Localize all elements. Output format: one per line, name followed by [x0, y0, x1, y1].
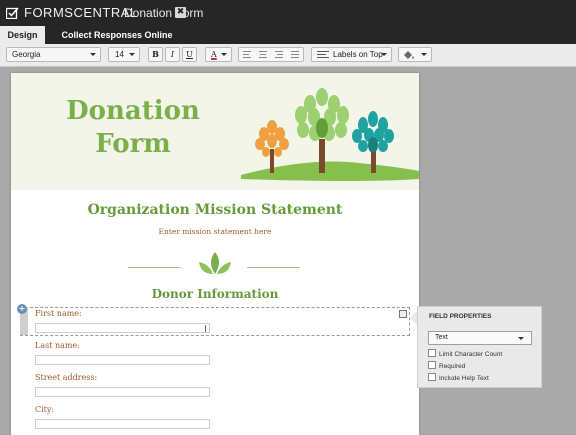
leaves-ornament-icon: [199, 252, 231, 274]
tab-design[interactable]: Design: [0, 26, 45, 44]
align-justify-icon[interactable]: [291, 51, 299, 58]
chevron-down-icon: [518, 337, 524, 340]
font-family-dropdown[interactable]: Georgia: [6, 47, 101, 62]
divider-line-left: [128, 267, 181, 268]
close-icon[interactable]: ✖: [175, 7, 186, 18]
align-left-icon[interactable]: [243, 51, 251, 58]
form-canvas: Donation Form Organization Mission State…: [11, 73, 419, 435]
field-menu-icon[interactable]: [399, 310, 407, 318]
text-cursor: [205, 325, 206, 332]
first-name-input[interactable]: [35, 323, 210, 333]
help-text-label: Include Help Text: [439, 375, 489, 382]
street-address-label: Street address:: [35, 373, 98, 382]
chevron-down-icon: [129, 53, 135, 56]
last-name-label: Last name:: [35, 341, 80, 350]
field-type-value: Text: [435, 334, 448, 341]
chevron-down-icon: [90, 53, 96, 56]
limit-char-count-checkbox[interactable]: [428, 349, 436, 357]
trees-illustration: [241, 88, 419, 181]
text-color-button[interactable]: A: [205, 47, 232, 62]
required-label: Required: [439, 363, 466, 370]
last-name-input[interactable]: [35, 355, 210, 365]
tab-collect-responses[interactable]: Collect Responses Online: [52, 26, 182, 44]
bold-button[interactable]: B: [148, 47, 163, 62]
required-option[interactable]: Required: [428, 361, 465, 370]
fill-color-button[interactable]: [398, 47, 432, 62]
field-properties-panel: FIELD PROPERTIES Text Limit Character Co…: [417, 306, 542, 388]
chevron-down-icon: [381, 53, 387, 56]
font-size-dropdown[interactable]: 14: [108, 47, 140, 62]
align-center-icon[interactable]: [259, 51, 267, 58]
font-family-value: Georgia: [12, 50, 41, 59]
add-field-icon[interactable]: +: [17, 304, 27, 314]
formscentral-logo-icon: [6, 7, 19, 19]
underline-button[interactable]: U: [182, 47, 197, 62]
alignment-group: [238, 47, 304, 62]
form-banner: Donation Form: [11, 73, 419, 190]
labels-position-dropdown[interactable]: Labels on Top: [311, 47, 392, 62]
font-size-value: 14: [115, 50, 124, 59]
formatting-toolbar: Georgia 14 B I U A Labels on Top: [0, 44, 576, 67]
help-text-checkbox[interactable]: [428, 373, 436, 381]
city-label: City:: [35, 405, 55, 414]
limit-char-count-option[interactable]: Limit Character Count: [428, 349, 502, 358]
banner-title: Donation Form: [66, 96, 200, 159]
mission-statement-text[interactable]: Enter mission statement here: [11, 227, 419, 236]
form-document-tab[interactable]: Donation Form: [124, 6, 203, 20]
app-name: FORMSCENTRAL: [24, 5, 138, 20]
text-color-icon: A: [211, 50, 217, 59]
title-bar: FORMSCENTRAL Donation Form ✖: [0, 0, 576, 26]
street-address-input[interactable]: [35, 387, 210, 397]
field-properties-title: FIELD PROPERTIES: [429, 313, 492, 320]
italic-button[interactable]: I: [165, 47, 180, 62]
labels-position-value: Labels on Top: [333, 50, 383, 59]
field-type-dropdown[interactable]: Text: [428, 331, 532, 345]
labels-position-icon: [317, 51, 329, 58]
city-input[interactable]: [35, 419, 210, 429]
help-text-option[interactable]: Include Help Text: [428, 373, 489, 382]
required-checkbox[interactable]: [428, 361, 436, 369]
chevron-down-icon: [421, 53, 427, 56]
mode-tabbar: Design Collect Responses Online: [0, 26, 576, 44]
divider-line-right: [247, 267, 300, 268]
mission-heading[interactable]: Organization Mission Statement: [11, 202, 419, 218]
limit-char-count-label: Limit Character Count: [439, 351, 503, 358]
chevron-down-icon: [221, 53, 227, 56]
first-name-label: First name:: [35, 309, 82, 318]
paint-bucket-icon: [404, 51, 414, 59]
align-right-icon[interactable]: [275, 51, 283, 58]
properties-pointer: [410, 311, 417, 325]
donor-info-heading[interactable]: Donor Information: [11, 287, 419, 301]
